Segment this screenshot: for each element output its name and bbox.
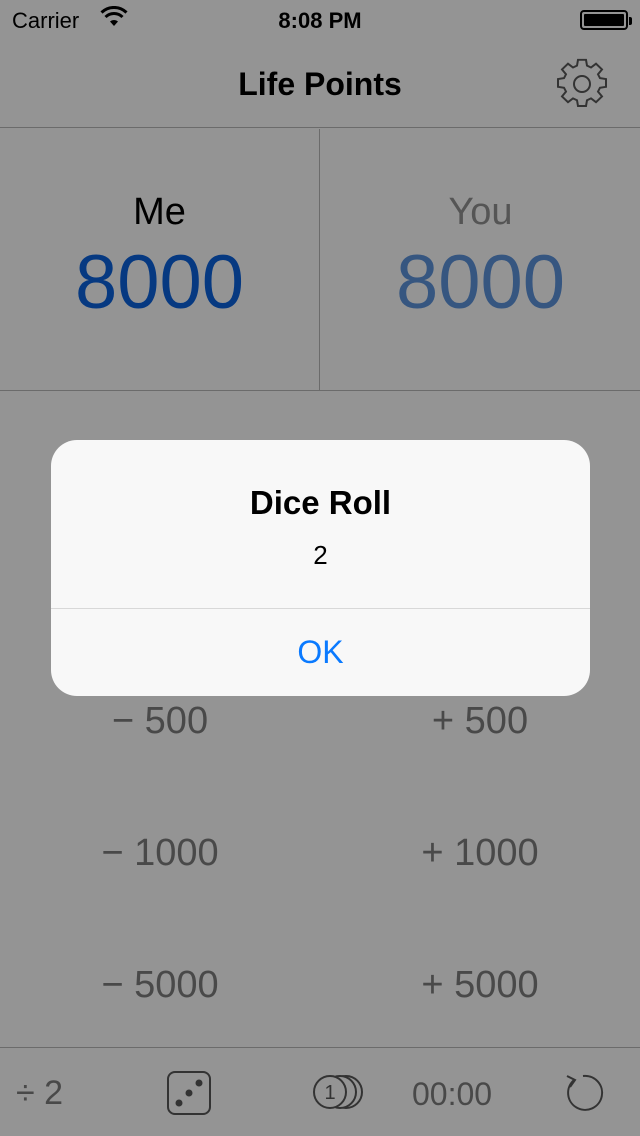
ok-button[interactable]: OK bbox=[51, 609, 590, 696]
alert-message: 2 bbox=[313, 540, 328, 570]
alert-title: Dice Roll bbox=[249, 484, 392, 521]
dice-roll-alert: Dice Roll 2 OK bbox=[51, 440, 590, 696]
